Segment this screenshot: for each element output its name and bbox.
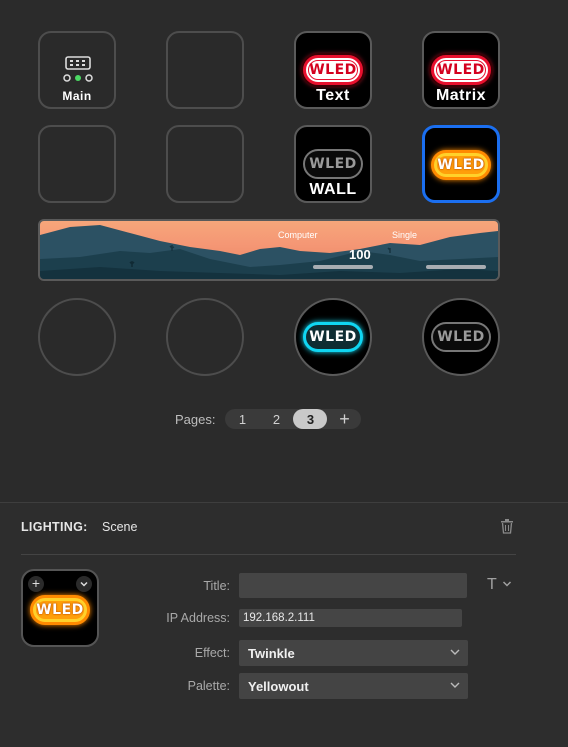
knob-wled-gray[interactable]: WLED: [422, 298, 500, 376]
effect-select[interactable]: Twinkle: [239, 640, 468, 666]
page-selector: Pages: 1 2 3 +: [175, 409, 362, 429]
palette-label: Palette:: [187, 679, 230, 693]
title-label: Title:: [203, 579, 230, 593]
device-icon: [63, 56, 93, 82]
font-settings-button[interactable]: T: [487, 576, 512, 594]
key-empty[interactable]: [38, 125, 116, 203]
ip-address-label: IP Address:: [166, 611, 230, 625]
chevron-down-icon: [502, 581, 511, 587]
key-wled-scene-selected[interactable]: WLED: [422, 125, 500, 203]
dial-value: 100: [349, 247, 371, 262]
page-2-button[interactable]: 2: [259, 409, 293, 429]
dial-left-bar[interactable]: [313, 265, 373, 269]
page-3-button[interactable]: 3: [293, 409, 328, 429]
property-inspector: LIGHTING: Scene + WLED Title: T IP Addre…: [0, 502, 568, 747]
font-icon: T: [487, 576, 497, 593]
add-state-button[interactable]: +: [28, 576, 44, 592]
pages-label: Pages:: [175, 411, 216, 427]
knob-empty[interactable]: [166, 298, 244, 376]
key-main[interactable]: Main: [38, 31, 116, 109]
wled-logo-icon: WLED: [303, 149, 363, 179]
knob-empty[interactable]: [38, 298, 116, 376]
palette-select[interactable]: Yellowout: [239, 673, 468, 699]
effect-value: Twinkle: [248, 645, 295, 661]
key-wled-text[interactable]: WLED Text: [294, 31, 372, 109]
wled-logo-icon: WLED: [30, 595, 90, 625]
dial-right-bar[interactable]: [426, 265, 486, 269]
key-wled-matrix-label: Matrix: [435, 87, 487, 104]
trash-icon[interactable]: [500, 518, 514, 534]
key-wled-wall[interactable]: WLED WALL: [294, 125, 372, 203]
key-wled-text-label: Text: [316, 87, 350, 104]
pages-group: 1 2 3 +: [225, 409, 362, 429]
dial-strip[interactable]: Computer Single 100: [38, 219, 500, 281]
chevron-down-icon: [80, 581, 88, 587]
dial-left-caption: Computer: [278, 230, 318, 240]
ip-address-input[interactable]: 192.168.2.111: [239, 609, 462, 627]
add-page-button[interactable]: +: [327, 409, 361, 429]
key-main-label: Main: [62, 89, 92, 103]
chevron-down-icon: [450, 649, 460, 655]
wled-logo-icon: WLED: [303, 322, 363, 352]
wled-logo-icon: WLED: [431, 150, 491, 180]
desert-landscape: [40, 225, 498, 279]
wled-logo-icon: WLED: [431, 55, 491, 85]
key-empty[interactable]: [166, 31, 244, 109]
palette-value: Yellowout: [248, 678, 309, 694]
knob-wled-cyan[interactable]: WLED: [294, 298, 372, 376]
page-1-button[interactable]: 1: [225, 409, 259, 429]
effect-label: Effect:: [194, 646, 230, 660]
divider: [21, 554, 516, 555]
title-input[interactable]: [239, 573, 467, 598]
device-canvas: Main WLED Text WLED Matrix WLED WALL WLE…: [0, 0, 568, 502]
key-wled-matrix[interactable]: WLED Matrix: [422, 31, 500, 109]
wled-logo-icon: WLED: [303, 55, 363, 85]
chevron-down-icon: [450, 682, 460, 688]
key-preview[interactable]: + WLED: [21, 569, 99, 647]
wled-logo-icon: WLED: [431, 322, 491, 352]
action-name: Scene: [102, 520, 138, 534]
key-empty[interactable]: [166, 125, 244, 203]
state-menu-button[interactable]: [76, 576, 92, 592]
action-category: LIGHTING:: [21, 520, 88, 534]
key-wled-wall-label: WALL: [309, 181, 357, 198]
dial-right-caption: Single: [392, 230, 418, 240]
